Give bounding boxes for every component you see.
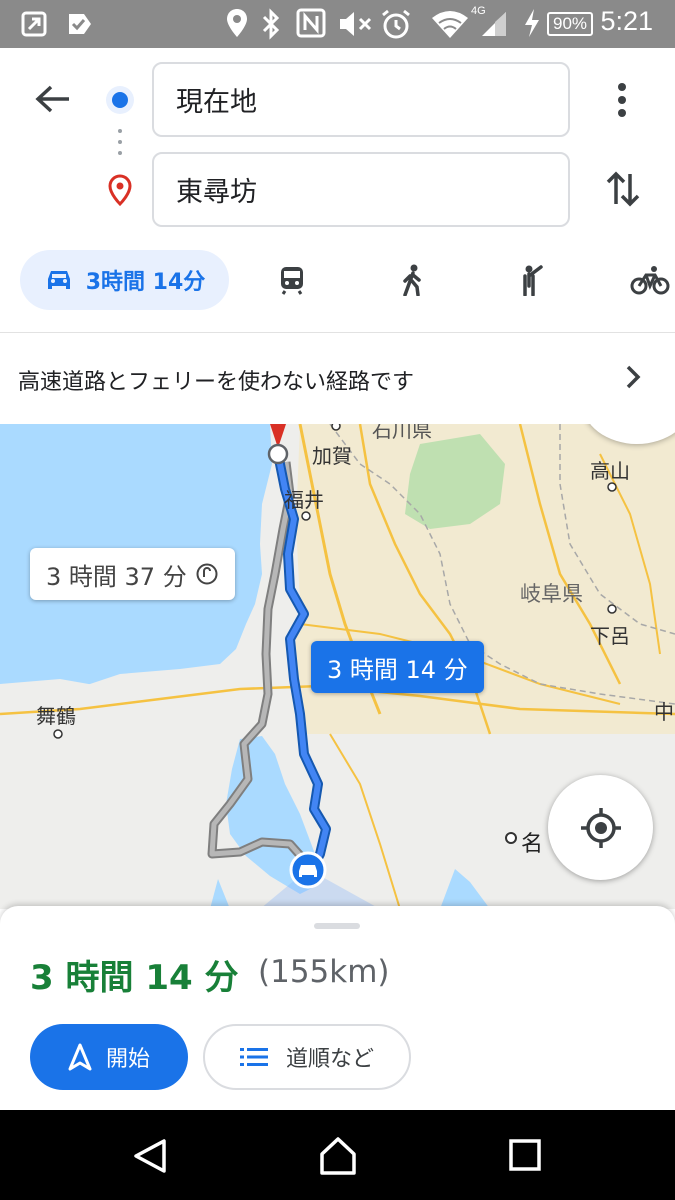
status-bar: 4G 90% 5:21 bbox=[0, 0, 675, 48]
battery-level: 90% bbox=[547, 12, 594, 36]
tab-drive[interactable]: 3時間 14分 bbox=[20, 250, 229, 310]
system-nav-bar bbox=[0, 1110, 675, 1200]
alarm-icon bbox=[382, 9, 410, 39]
start-label: 開始 bbox=[105, 1047, 150, 1072]
route-notice[interactable]: 高速道路とフェリーを使わない経路です bbox=[0, 334, 675, 424]
alt-route-bubble[interactable]: 3 時間 37 分 bbox=[30, 548, 235, 600]
drive-duration: 3時間 14分 bbox=[85, 270, 206, 295]
bluetooth-icon bbox=[262, 8, 280, 40]
list-icon bbox=[239, 1048, 268, 1066]
tab-rideshare[interactable] bbox=[502, 250, 562, 310]
destination-pin-icon bbox=[108, 174, 132, 206]
train-icon bbox=[281, 267, 303, 295]
walk-icon bbox=[403, 264, 421, 296]
map-label-gero: 下呂 bbox=[590, 624, 630, 648]
recents-nav-icon[interactable] bbox=[508, 1138, 542, 1172]
map-label-ishikawa: 石川県 bbox=[372, 424, 432, 442]
alt-route-time: 3 時間 37 分 bbox=[46, 562, 187, 591]
mute-icon bbox=[340, 12, 372, 36]
origin-text: 現在地 bbox=[176, 87, 257, 118]
recenter-button[interactable] bbox=[548, 775, 653, 880]
task-check-icon bbox=[69, 14, 91, 34]
bicycle-icon bbox=[630, 266, 670, 295]
route-dots-icon bbox=[118, 129, 122, 155]
drag-handle[interactable] bbox=[314, 923, 360, 929]
charging-icon bbox=[525, 9, 539, 37]
cell-signal-icon bbox=[482, 12, 506, 36]
map-label-naka: 中 bbox=[654, 700, 674, 724]
my-location-icon bbox=[580, 807, 621, 848]
directions-panel: 現在地 東尋坊 3時間 14分 bbox=[0, 48, 675, 333]
destination-input[interactable]: 東尋坊 bbox=[152, 152, 570, 227]
main-route-time: 3 時間 14 分 bbox=[327, 655, 468, 684]
tab-walk[interactable] bbox=[383, 250, 443, 310]
navigation-arrow-icon bbox=[68, 1043, 92, 1071]
more-options-icon[interactable] bbox=[612, 82, 632, 118]
map-label-maizuru: 舞鶴 bbox=[36, 704, 76, 728]
home-nav-icon[interactable] bbox=[318, 1136, 358, 1176]
route-summary-sheet[interactable]: 3 時間 14 分 (155km) 開始 道順など bbox=[0, 906, 675, 1110]
swap-icon[interactable] bbox=[606, 170, 640, 208]
screen-mirror-icon bbox=[21, 11, 47, 37]
destination-text: 東尋坊 bbox=[176, 177, 257, 208]
map-label-fukui: 福井 bbox=[284, 488, 324, 512]
origin-dot-icon bbox=[106, 86, 134, 114]
map-label-kaga: 加賀 bbox=[312, 444, 352, 468]
car-icon bbox=[47, 271, 70, 289]
eta-time: 3 時間 14 分 bbox=[30, 958, 239, 998]
map-label-takayama: 高山 bbox=[590, 459, 630, 483]
wifi-icon bbox=[432, 11, 468, 38]
current-location-car-icon bbox=[289, 851, 327, 889]
map-label-gifu: 岐阜県 bbox=[520, 582, 583, 606]
origin-input[interactable]: 現在地 bbox=[152, 62, 570, 137]
nfc-icon bbox=[296, 8, 326, 38]
back-nav-icon[interactable] bbox=[132, 1138, 168, 1174]
route-distance: (155km) bbox=[258, 954, 390, 990]
tab-transit[interactable] bbox=[262, 250, 322, 310]
steps-label: 道順など bbox=[285, 1047, 374, 1072]
back-arrow-icon[interactable] bbox=[35, 84, 71, 114]
map-label-nagoya: 名 bbox=[521, 832, 544, 857]
location-icon bbox=[227, 9, 247, 37]
toll-icon bbox=[196, 563, 218, 585]
hail-icon bbox=[523, 265, 543, 296]
tab-bicycle[interactable] bbox=[630, 250, 675, 310]
steps-button[interactable]: 道順など bbox=[203, 1024, 411, 1090]
start-button[interactable]: 開始 bbox=[30, 1024, 188, 1090]
main-route-bubble[interactable]: 3 時間 14 分 bbox=[311, 641, 484, 693]
route-notice-text: 高速道路とフェリーを使わない経路です bbox=[18, 370, 415, 395]
clock: 5:21 bbox=[600, 6, 653, 36]
chevron-right-icon bbox=[626, 365, 641, 389]
